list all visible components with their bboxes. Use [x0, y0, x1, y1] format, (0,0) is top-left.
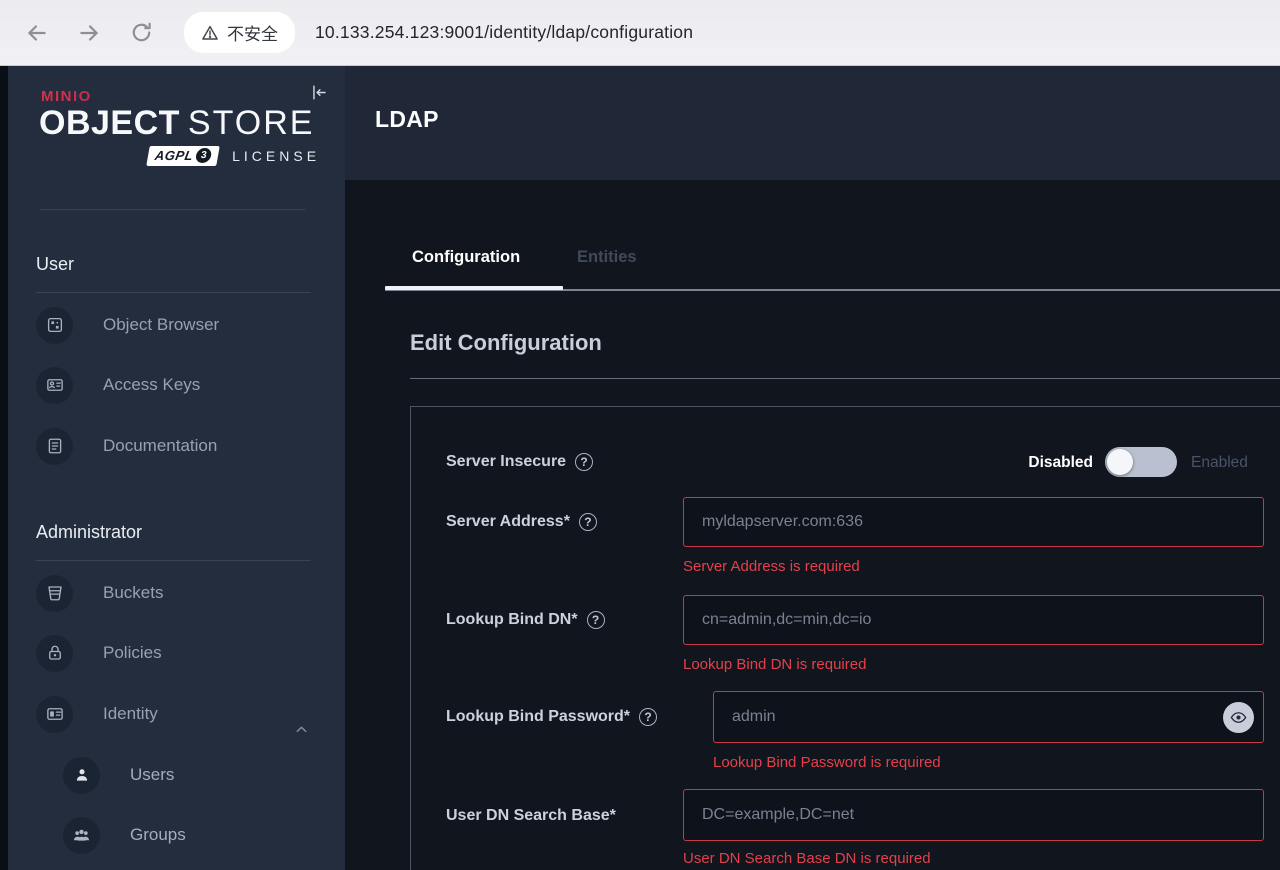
- reload-icon: [129, 20, 154, 45]
- label-text: Lookup Bind Password*: [446, 707, 630, 727]
- divider: [40, 209, 305, 210]
- lookup-bind-password-error: Lookup Bind Password is required: [713, 754, 941, 771]
- server-insecure-toggle[interactable]: [1105, 447, 1177, 477]
- sidebar-item-users[interactable]: Users: [63, 756, 174, 794]
- section-heading-user: User: [36, 254, 74, 275]
- sidebar-item-label: Groups: [130, 825, 186, 845]
- section-divider: [410, 378, 1280, 379]
- user-dn-search-base-error: User DN Search Base DN is required: [683, 850, 931, 867]
- eye-icon: [1229, 708, 1248, 727]
- license-label: LICENSE: [232, 148, 320, 164]
- divider: [36, 560, 311, 561]
- back-arrow-icon: [24, 20, 50, 46]
- user-dn-search-base-input[interactable]: [683, 789, 1264, 841]
- divider: [36, 292, 311, 293]
- sidebar-item-label: Object Browser: [103, 315, 219, 335]
- sidebar-item-identity[interactable]: Identity: [36, 695, 158, 733]
- identity-icon: [46, 705, 64, 723]
- sidebar-item-documentation[interactable]: Documentation: [36, 427, 217, 465]
- configuration-form-panel: Server Insecure ? Disabled Enabled Serve…: [410, 406, 1280, 870]
- browser-forward-button[interactable]: [74, 18, 104, 48]
- access-keys-icon: [46, 376, 64, 394]
- label-text: Server Insecure: [446, 452, 566, 472]
- product-logo: OBJECTSTORE: [39, 104, 314, 143]
- address-bar-url[interactable]: 10.133.254.123:9001/identity/ldap/config…: [315, 22, 693, 43]
- section-heading-administrator: Administrator: [36, 522, 142, 543]
- server-insecure-label: Server Insecure ?: [446, 452, 593, 472]
- sidebar: MINIO OBJECTSTORE AGPL 3 LICENSE User: [0, 66, 345, 870]
- policies-icon: [46, 644, 64, 662]
- server-address-label: Server Address* ?: [446, 512, 597, 532]
- reveal-password-button[interactable]: [1223, 702, 1254, 733]
- agpl-badge-version: 3: [195, 148, 213, 163]
- agpl-badge: AGPL 3: [146, 146, 220, 166]
- user-dn-search-base-label: User DN Search Base*: [446, 806, 616, 826]
- groups-icon: [72, 826, 91, 845]
- browser-chrome: 不安全 10.133.254.123:9001/identity/ldap/co…: [0, 0, 1280, 66]
- tab-entities[interactable]: Entities: [577, 248, 637, 267]
- question-circle-icon[interactable]: ?: [639, 708, 657, 726]
- product-light: STORE: [188, 104, 315, 142]
- agpl-badge-text: AGPL: [154, 148, 195, 163]
- sidebar-item-label: Identity: [103, 704, 158, 724]
- object-browser-icon: [46, 316, 64, 334]
- toggle-state-enabled: Enabled: [1191, 454, 1248, 472]
- section-title: Edit Configuration: [410, 330, 602, 356]
- sidebar-item-object-browser[interactable]: Object Browser: [36, 306, 219, 344]
- sidebar-item-label: Buckets: [103, 583, 163, 603]
- lookup-bind-dn-error: Lookup Bind DN is required: [683, 656, 866, 673]
- chevron-up-icon: [293, 721, 310, 738]
- product-bold: OBJECT: [39, 104, 180, 142]
- site-security-badge[interactable]: 不安全: [184, 12, 295, 53]
- forward-arrow-icon: [76, 20, 102, 46]
- page-header: LDAP: [345, 66, 1280, 180]
- brand-light: IO: [73, 88, 92, 105]
- lookup-bind-dn-input[interactable]: [683, 595, 1264, 645]
- question-circle-icon[interactable]: ?: [579, 513, 597, 531]
- sidebar-item-label: Access Keys: [103, 375, 200, 395]
- sidebar-item-label: Users: [130, 765, 174, 785]
- sidebar-item-label: Documentation: [103, 436, 217, 456]
- question-circle-icon[interactable]: ?: [575, 453, 593, 471]
- question-circle-icon[interactable]: ?: [587, 611, 605, 629]
- warning-triangle-icon: [201, 24, 219, 42]
- sidebar-item-groups[interactable]: Groups: [63, 816, 186, 854]
- label-text: Server Address*: [446, 512, 570, 532]
- toggle-state-disabled: Disabled: [991, 454, 1093, 472]
- page-title: LDAP: [375, 106, 439, 133]
- browser-reload-button[interactable]: [126, 18, 156, 48]
- lookup-bind-password-input[interactable]: [713, 691, 1264, 743]
- license-row: AGPL 3 LICENSE: [148, 146, 320, 166]
- server-address-input[interactable]: [683, 497, 1264, 547]
- active-tab-indicator: [385, 286, 563, 290]
- sidebar-item-policies[interactable]: Policies: [36, 634, 162, 672]
- tab-configuration[interactable]: Configuration: [412, 248, 520, 267]
- toggle-knob: [1107, 449, 1133, 475]
- buckets-icon: [46, 584, 64, 602]
- window-edge-scroll-strip[interactable]: [0, 66, 8, 870]
- label-text: User DN Search Base*: [446, 806, 616, 826]
- collapse-sidebar-icon: [310, 83, 329, 102]
- sidebar-item-access-keys[interactable]: Access Keys: [36, 366, 200, 404]
- documentation-icon: [46, 437, 64, 455]
- identity-collapse-toggle[interactable]: [293, 721, 310, 743]
- lookup-bind-password-label: Lookup Bind Password* ?: [446, 707, 657, 727]
- minio-brand-logo: MINIO: [41, 88, 92, 105]
- brand-bold: MIN: [41, 88, 73, 105]
- main-content: Configuration Entities Edit Configuratio…: [345, 180, 1280, 870]
- browser-back-button[interactable]: [22, 18, 52, 48]
- sidebar-item-label: Policies: [103, 643, 162, 663]
- lookup-bind-dn-label: Lookup Bind DN* ?: [446, 610, 605, 630]
- screen: 不安全 10.133.254.123:9001/identity/ldap/co…: [0, 0, 1280, 870]
- server-address-error: Server Address is required: [683, 558, 860, 575]
- label-text: Lookup Bind DN*: [446, 610, 578, 630]
- users-icon: [73, 766, 91, 784]
- sidebar-item-buckets[interactable]: Buckets: [36, 574, 163, 612]
- security-badge-label: 不安全: [227, 20, 278, 45]
